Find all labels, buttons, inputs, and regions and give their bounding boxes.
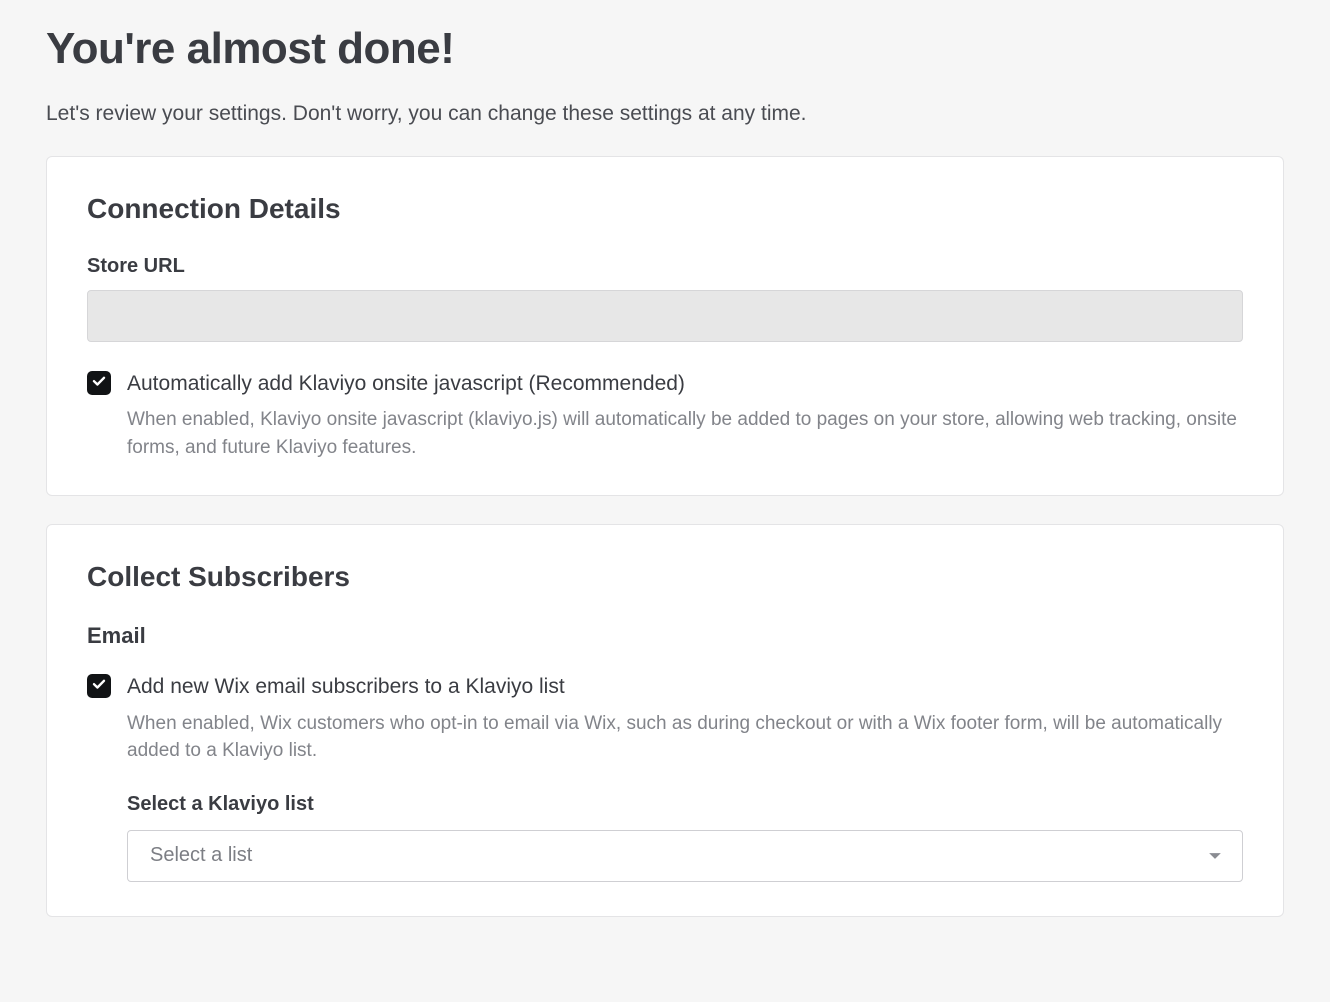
- check-icon: [91, 676, 107, 697]
- connection-details-heading: Connection Details: [87, 193, 1243, 225]
- page-title: You're almost done!: [46, 24, 1284, 74]
- add-wix-checkbox[interactable]: [87, 674, 111, 698]
- auto-js-checkbox-row: Automatically add Klaviyo onsite javascr…: [87, 370, 1243, 461]
- page-subtitle: Let's review your settings. Don't worry,…: [46, 102, 1284, 126]
- auto-js-label: Automatically add Klaviyo onsite javascr…: [127, 370, 1243, 398]
- email-subheading: Email: [87, 623, 1243, 649]
- store-url-input[interactable]: [87, 290, 1243, 342]
- caret-down-icon: [1208, 849, 1222, 863]
- collect-subscribers-card: Collect Subscribers Email Add new Wix em…: [46, 524, 1284, 916]
- check-icon: [91, 373, 107, 394]
- store-url-field: Store URL: [87, 255, 1243, 370]
- klaviyo-list-select-label: Select a Klaviyo list: [127, 793, 1243, 816]
- klaviyo-list-select-block: Select a Klaviyo list Select a list: [127, 793, 1243, 882]
- add-wix-checkbox-row: Add new Wix email subscribers to a Klavi…: [87, 673, 1243, 881]
- klaviyo-list-select[interactable]: Select a list: [127, 830, 1243, 882]
- connection-details-card: Connection Details Store URL Automatical…: [46, 156, 1284, 496]
- auto-js-checkbox[interactable]: [87, 371, 111, 395]
- add-wix-description: When enabled, Wix customers who opt-in t…: [127, 710, 1243, 765]
- auto-js-description: When enabled, Klaviyo onsite javascript …: [127, 406, 1243, 461]
- add-wix-label: Add new Wix email subscribers to a Klavi…: [127, 673, 1243, 701]
- collect-subscribers-heading: Collect Subscribers: [87, 561, 1243, 593]
- klaviyo-list-select-value: Select a list: [150, 844, 252, 867]
- store-url-label: Store URL: [87, 255, 1243, 278]
